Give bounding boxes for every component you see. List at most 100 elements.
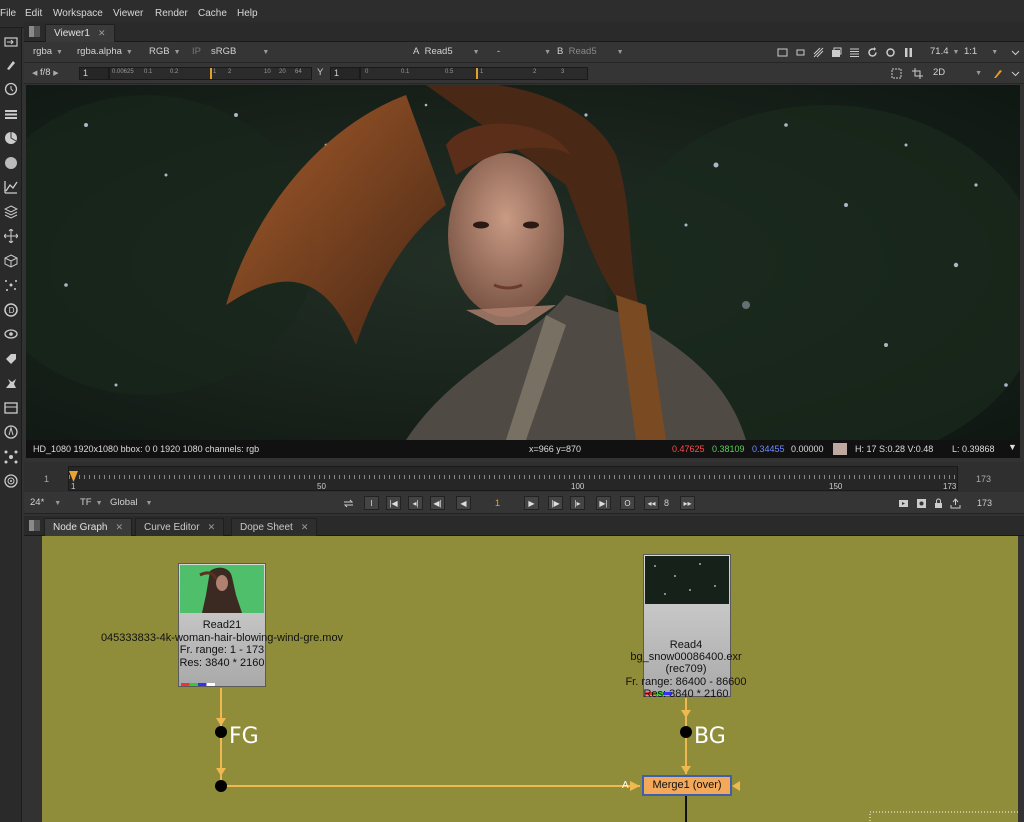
- prev-keyframe-button[interactable]: ◂|: [408, 496, 423, 510]
- ip-button[interactable]: IP: [192, 45, 201, 59]
- lut-dropdown[interactable]: sRGB ▼: [211, 45, 269, 59]
- nodes-icon[interactable]: [2, 448, 19, 465]
- gain-slider[interactable]: 0.00625 0.1 0.2 1 2 10 20 64: [109, 67, 312, 80]
- pane-menu-icon[interactable]: [28, 25, 41, 38]
- panel-icon[interactable]: [2, 33, 19, 50]
- zoom-dropdown[interactable]: 71.4 ▼: [930, 45, 959, 59]
- play-forward-button[interactable]: ▶: [524, 496, 539, 510]
- input-b-dropdown[interactable]: B Read5 ▼: [557, 45, 624, 59]
- chevron-down-icon[interactable]: [1009, 67, 1022, 80]
- paint-brush-icon[interactable]: [991, 67, 1004, 80]
- color-dropdown[interactable]: RGB ▼: [149, 45, 181, 59]
- read21-file: 045333833-4k-woman-hair-blowing-wind-gre…: [100, 632, 344, 644]
- gamma-input[interactable]: 1: [330, 67, 360, 80]
- loop-icon[interactable]: [342, 497, 355, 510]
- read4-file: bg_snow00086400.exr: [630, 651, 742, 663]
- deep-icon[interactable]: D: [2, 301, 19, 318]
- sphere-icon[interactable]: [2, 472, 19, 489]
- brush-icon[interactable]: [2, 56, 19, 73]
- tag-icon[interactable]: [2, 350, 19, 367]
- menu-lines-icon[interactable]: [848, 46, 861, 59]
- furnace-icon[interactable]: [2, 423, 19, 440]
- 3d-icon[interactable]: [2, 252, 19, 269]
- gain-tick: 0.00625: [112, 69, 134, 75]
- particle-icon[interactable]: [2, 276, 19, 293]
- merge1-node[interactable]: Merge1 (over): [642, 775, 732, 796]
- view-mode-dropdown[interactable]: 2D ▼: [933, 66, 982, 80]
- node-graph-canvas[interactable]: Read21 045333833-4k-woman-hair-blowing-w…: [42, 536, 1018, 822]
- set-in-point-button[interactable]: I: [364, 496, 379, 510]
- fps-dropdown[interactable]: 24* ▼: [30, 496, 61, 510]
- close-icon[interactable]: ✕: [115, 522, 123, 532]
- current-frame[interactable]: 1: [495, 498, 500, 508]
- tab-curve-editor[interactable]: Curve Editor ✕: [135, 518, 225, 536]
- fstop-control[interactable]: ◀ f/8 ▶: [32, 66, 59, 80]
- monitor-icon[interactable]: [897, 497, 910, 510]
- crop-icon[interactable]: [911, 67, 924, 80]
- menu-file[interactable]: File: [0, 8, 16, 19]
- proxy-icon[interactable]: [830, 46, 843, 59]
- gamma-slider[interactable]: 0 0.1 0.5 1 2 3: [360, 67, 588, 80]
- tf-dropdown[interactable]: TF ▼: [80, 496, 103, 510]
- circle-icon[interactable]: [2, 154, 19, 171]
- gain-slider-handle[interactable]: [210, 68, 212, 79]
- transform-icon[interactable]: [2, 227, 19, 244]
- close-icon[interactable]: ✕: [208, 522, 216, 532]
- global-dropdown[interactable]: Global ▼: [110, 496, 152, 510]
- first-frame-button[interactable]: |◀: [386, 496, 401, 510]
- clock-icon[interactable]: [2, 80, 19, 97]
- timeline-scrubber[interactable]: 1 50 100 150 173: [68, 466, 959, 491]
- tab-node-graph[interactable]: Node Graph ✕: [44, 518, 133, 536]
- tab-dope-sheet[interactable]: Dope Sheet ✕: [231, 518, 318, 536]
- next-keyframe-button[interactable]: |▸: [570, 496, 585, 510]
- stack-icon[interactable]: [2, 203, 19, 220]
- refresh-icon[interactable]: [866, 46, 879, 59]
- layers-icon[interactable]: [2, 105, 19, 122]
- next-increment-button[interactable]: |▶: [548, 496, 563, 510]
- step-value[interactable]: 8: [664, 498, 669, 508]
- toolset-icon[interactable]: [2, 399, 19, 416]
- step-forward-button[interactable]: ▸▸: [680, 496, 695, 510]
- lock-icon[interactable]: [932, 497, 945, 510]
- curve-icon[interactable]: [2, 178, 19, 195]
- roi-icon[interactable]: [776, 46, 789, 59]
- gamma-tick: 0: [365, 69, 369, 75]
- gamma-slider-handle[interactable]: [476, 68, 478, 79]
- color-icon[interactable]: [2, 129, 19, 146]
- record-icon[interactable]: [915, 497, 928, 510]
- menu-viewer[interactable]: Viewer: [113, 8, 143, 19]
- overlay-icon[interactable]: [794, 46, 807, 59]
- prev-increment-button[interactable]: ◀|: [430, 496, 445, 510]
- menu-render[interactable]: Render: [155, 8, 188, 19]
- roi-select-icon[interactable]: [890, 67, 903, 80]
- end-frame[interactable]: 173: [977, 498, 992, 508]
- set-out-point-button[interactable]: O: [620, 496, 635, 510]
- chevron-down-icon[interactable]: [1009, 46, 1022, 59]
- gear-icon[interactable]: [884, 46, 897, 59]
- close-icon[interactable]: ✕: [98, 28, 106, 38]
- last-frame-button[interactable]: ▶|: [596, 496, 611, 510]
- play-backward-button[interactable]: ◀: [456, 496, 471, 510]
- alpha-dropdown[interactable]: rgba.alpha ▼: [77, 45, 133, 59]
- channels-dropdown[interactable]: rgba ▼: [33, 45, 63, 59]
- wipe-dropdown[interactable]: - ▼: [497, 45, 551, 59]
- menu-edit[interactable]: Edit: [25, 8, 42, 19]
- keyer-icon[interactable]: [2, 374, 19, 391]
- gain-tick: 0.2: [170, 69, 179, 75]
- close-icon[interactable]: ✕: [301, 522, 309, 532]
- gain-input[interactable]: 1: [79, 67, 109, 80]
- menu-workspace[interactable]: Workspace: [53, 8, 103, 19]
- tab-viewer1[interactable]: Viewer1 ✕: [45, 24, 115, 42]
- pause-icon[interactable]: [902, 46, 915, 59]
- viewer-canvas[interactable]: [26, 85, 1020, 440]
- info-expand-icon[interactable]: ▼: [1008, 442, 1017, 452]
- input-a-dropdown[interactable]: A Read5 ▼: [413, 45, 499, 59]
- pane-menu-icon[interactable]: [28, 519, 41, 532]
- menu-help[interactable]: Help: [237, 8, 258, 19]
- mask-icon[interactable]: [812, 46, 825, 59]
- menu-cache[interactable]: Cache: [198, 8, 227, 19]
- eye-icon[interactable]: [2, 325, 19, 342]
- ratio-dropdown[interactable]: 1:1 ▼: [964, 45, 998, 59]
- step-back-button[interactable]: ◂◂: [644, 496, 659, 510]
- export-icon[interactable]: [949, 497, 962, 510]
